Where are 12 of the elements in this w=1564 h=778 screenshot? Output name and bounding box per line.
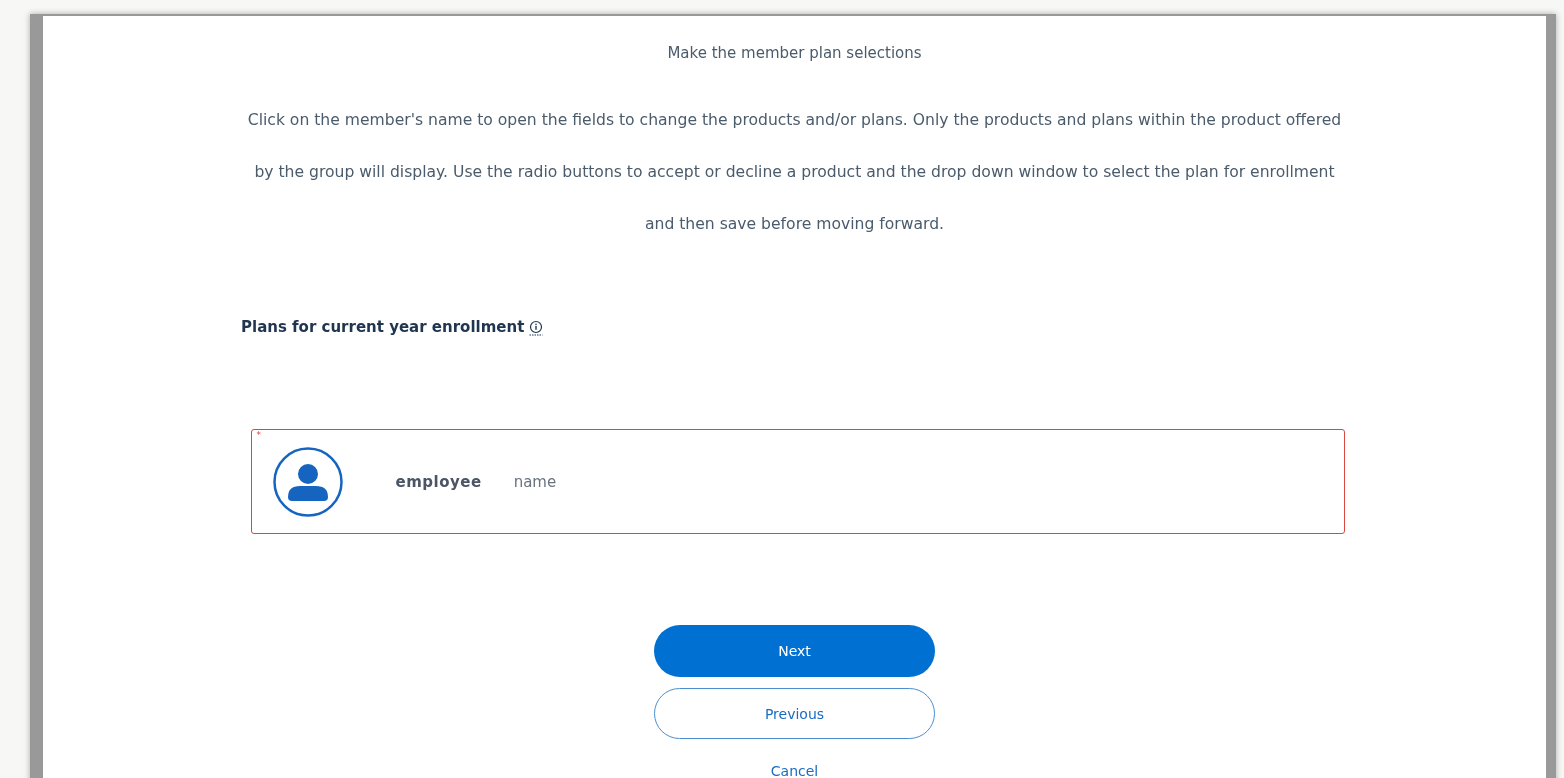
- member-name: name: [513, 472, 557, 491]
- avatar-icon: [272, 446, 343, 517]
- cancel-link[interactable]: Cancel: [770, 763, 819, 778]
- section-title: Plans for current year enrollment: [241, 317, 525, 336]
- member-role: employee: [395, 472, 482, 491]
- page-heading: Make the member plan selections: [667, 44, 922, 62]
- info-icon[interactable]: [529, 320, 544, 336]
- next-button[interactable]: Next: [654, 625, 935, 677]
- required-mark: *: [256, 430, 261, 440]
- member-card[interactable]: * employee name: [250, 429, 1345, 534]
- instructions-text: Click on the member's name to open the fields to change the products and/or plans. Only the products and plans within the product offered by the group will display. Use the radio buttons to accept or decline a product and the drop down window to select the plan for enrollment and then save before moving forward.: [246, 110, 1343, 235]
- previous-button[interactable]: Previous: [654, 688, 935, 739]
